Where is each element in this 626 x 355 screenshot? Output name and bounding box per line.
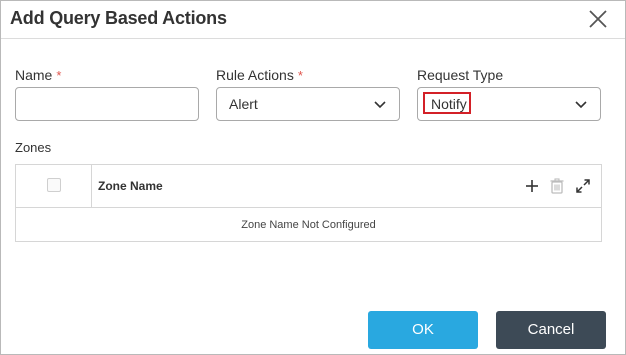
request-type-selected-value: Notify [431, 96, 467, 112]
rule-actions-label-text: Rule Actions [216, 67, 294, 83]
request-type-label-text: Request Type [417, 67, 504, 83]
highlight-box: Notify [423, 92, 471, 114]
select-all-checkbox[interactable] [47, 178, 61, 192]
close-icon[interactable] [588, 9, 608, 29]
chevron-down-icon [575, 101, 587, 109]
name-label: Name * [15, 67, 61, 83]
ok-button[interactable]: OK [368, 311, 478, 349]
add-query-based-actions-dialog: Add Query Based Actions Name * Rule Actio… [0, 0, 626, 355]
rule-actions-label: Rule Actions * [216, 67, 303, 83]
chevron-down-icon [374, 101, 386, 109]
name-input[interactable] [15, 87, 199, 121]
cancel-button[interactable]: Cancel [496, 311, 606, 349]
zones-table-header: Zone Name [16, 165, 601, 208]
zone-name-column-header: Zone Name [98, 179, 163, 193]
required-asterisk: * [56, 68, 62, 83]
rule-actions-selected-value: Alert [229, 96, 258, 112]
required-asterisk: * [297, 68, 303, 83]
request-type-label: Request Type [417, 67, 503, 83]
plus-icon[interactable] [523, 177, 541, 195]
trash-icon[interactable] [548, 177, 566, 195]
dialog-title: Add Query Based Actions [10, 8, 227, 28]
name-label-text: Name [15, 67, 53, 83]
select-all-cell [16, 165, 92, 207]
dialog-header: Add Query Based Actions [1, 1, 625, 39]
zones-empty-message: Zone Name Not Configured [241, 219, 376, 231]
rule-actions-select[interactable]: Alert [216, 87, 400, 121]
request-type-select[interactable]: Notify [417, 87, 601, 121]
expand-icon[interactable] [574, 177, 592, 195]
zones-table: Zone Name Zone Name Not Configured [15, 164, 602, 242]
zones-label: Zones [15, 140, 52, 155]
